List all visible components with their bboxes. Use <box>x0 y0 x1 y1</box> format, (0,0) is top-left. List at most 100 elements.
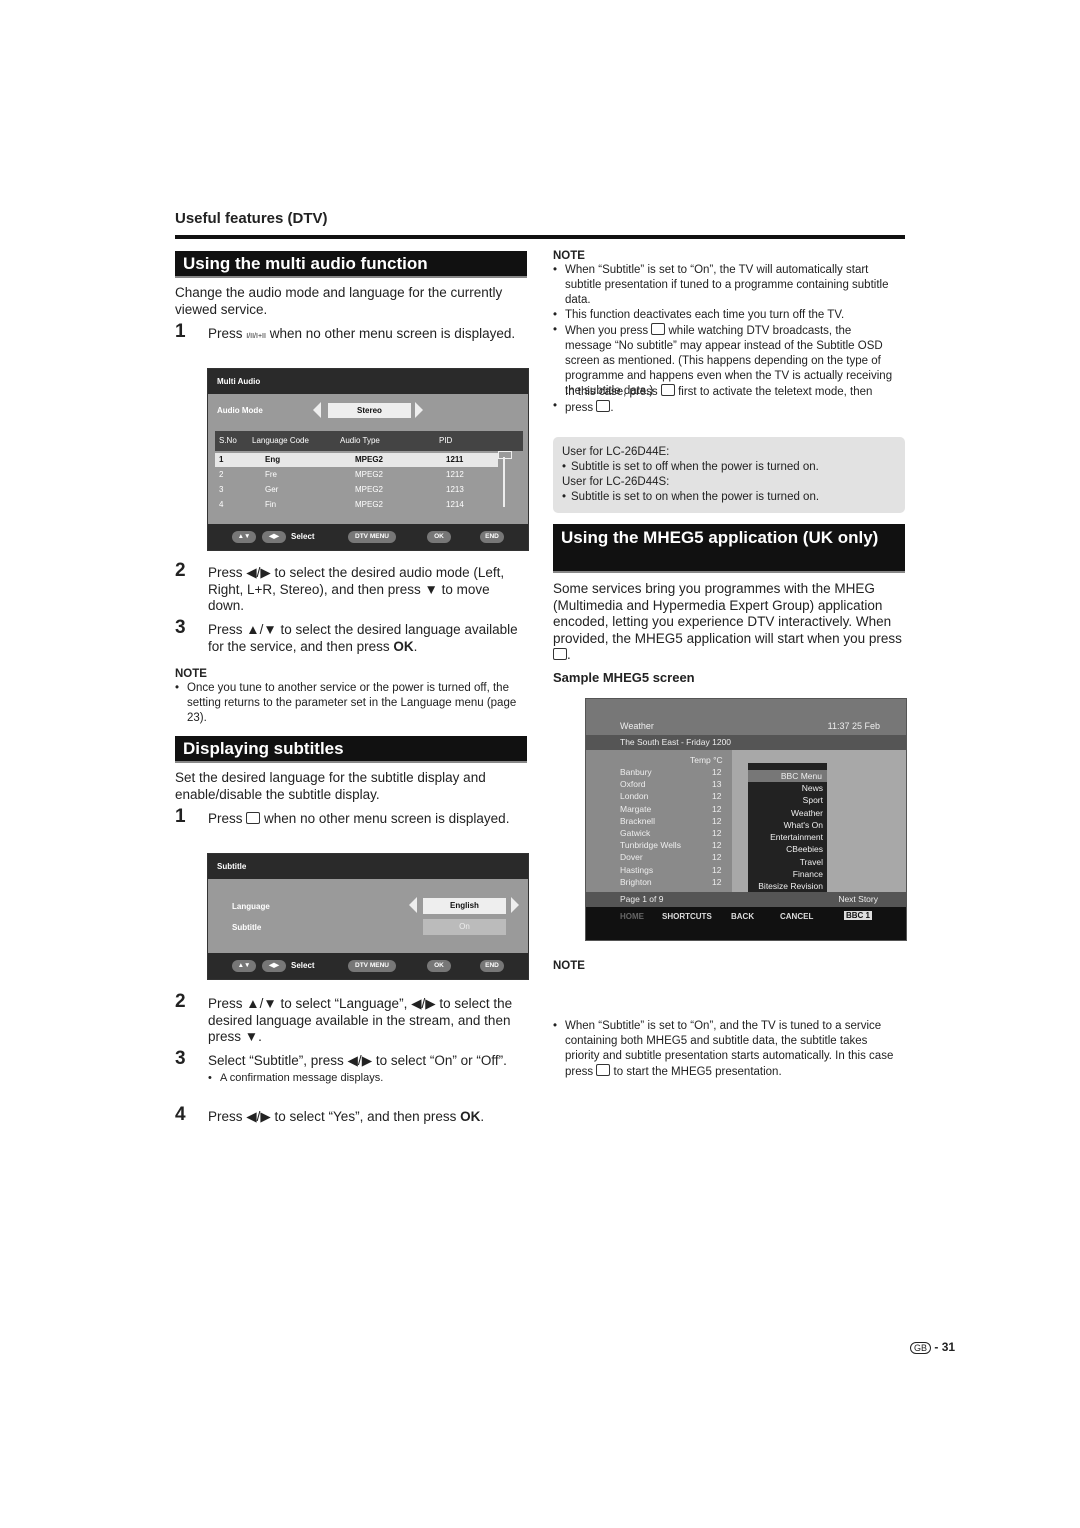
scrollbar[interactable] <box>503 457 505 507</box>
multi-audio-heading: Using the multi audio function <box>175 251 527 278</box>
menu-item[interactable]: News <box>748 782 827 794</box>
dtv-menu-button[interactable]: DTV MENU <box>348 531 396 543</box>
language-label: Language <box>232 902 270 911</box>
city-name: Tunbridge Wells <box>620 840 681 851</box>
table-header: S.No Language Code Audio Type PID <box>215 431 523 451</box>
audio-button-icon: I/II/I+II <box>246 333 266 340</box>
city-name: Dover <box>620 852 643 863</box>
menu-item[interactable]: Travel <box>748 856 827 868</box>
osd-title: Subtitle <box>208 854 528 879</box>
menu-item[interactable]: What's On <box>748 819 827 831</box>
bbc-menu: BBC Menu News Sport Weather What's On Entert… <box>748 763 827 908</box>
menu-item[interactable]: Entertainment <box>748 831 827 843</box>
audio-mode-value[interactable]: Stereo <box>328 403 411 418</box>
subtitles-step-4: 4 Press ◀/▶ to select “Yes”, and then pre… <box>175 1104 485 1125</box>
teletext-icon <box>553 648 567 660</box>
nav-home[interactable]: HOME <box>620 912 644 921</box>
note-item: Once you tune to another service or the … <box>175 681 527 726</box>
multi-audio-osd: Multi Audio Audio Mode Stereo S.No Langu… <box>207 368 529 551</box>
subtitle-osd: Subtitle Language English Subtitle On ▲▼… <box>207 853 529 980</box>
city-name: Oxford <box>620 779 646 790</box>
city-temp: 12 <box>712 767 722 777</box>
menu-item[interactable]: Weather <box>748 807 827 819</box>
left-arrow-icon[interactable] <box>409 897 417 913</box>
osd-title: Multi Audio <box>208 369 528 394</box>
left-right-icon: ◀▶ <box>262 960 286 972</box>
dtv-menu-button[interactable]: DTV MENU <box>348 960 396 972</box>
city-temp: 12 <box>712 864 722 875</box>
city-name: Banbury <box>620 767 652 777</box>
section-header: Useful features (DTV) <box>175 210 328 227</box>
right-arrow-icon[interactable] <box>511 897 519 913</box>
note-heading: NOTE <box>175 668 207 680</box>
ok-button[interactable]: OK <box>427 960 451 972</box>
note-heading: NOTE <box>553 250 585 262</box>
bbc-logo: BBC 1 <box>844 911 873 920</box>
menu-item[interactable]: Sport <box>748 794 827 806</box>
multi-audio-step-2: 2 Press ◀/▶ to select the desired audio m… <box>175 560 505 613</box>
up-down-icon: ▲▼ <box>232 531 256 543</box>
manual-page: Useful features (DTV) Using the multi au… <box>0 0 1080 1528</box>
city-name: Brighton <box>620 876 652 887</box>
city-temp: 12 <box>712 852 722 863</box>
subtitle-label: Subtitle <box>232 923 262 932</box>
model-info-box: User for LC-26D44E: Subtitle is set to o… <box>553 437 905 513</box>
subtitle-button-icon <box>246 812 261 824</box>
multi-audio-step-3: 3 Press ▲/▼ to select the desired languag… <box>175 617 518 654</box>
multi-audio-step-1: 1 Press I/II/I+II when no other menu scre… <box>175 321 516 342</box>
left-arrow-icon[interactable] <box>313 402 321 418</box>
city-temp: 12 <box>712 840 722 851</box>
city-temp: 12 <box>712 791 722 802</box>
mheg-intro: Some services bring you programmes with … <box>553 581 902 662</box>
page-number: GB - 31 <box>910 1340 955 1354</box>
osd-footer: ▲▼ ◀▶ Select DTV MENU OK END <box>208 524 528 550</box>
header-rule <box>175 235 905 239</box>
mheg-heading: Using the MHEG5 application (UK only) <box>553 524 905 573</box>
city-name: Bracknell <box>620 815 655 826</box>
end-button[interactable]: END <box>480 531 504 543</box>
city-temp: 12 <box>712 828 722 838</box>
end-button[interactable]: END <box>480 960 504 972</box>
subtitles-heading: Displaying subtitles <box>175 736 527 763</box>
left-right-icon: ◀▶ <box>262 531 286 543</box>
subtitles-step-1: 1 Press when no other menu screen is disp… <box>175 806 510 827</box>
language-value[interactable]: English <box>423 898 506 914</box>
menu-item[interactable]: Bitesize Revision <box>748 880 827 892</box>
sample-heading: Sample MHEG5 screen <box>553 670 695 685</box>
gb-badge: GB <box>910 1342 932 1354</box>
nav-back[interactable]: BACK <box>731 912 754 921</box>
subtitles-step-2: 2 Press ▲/▼ to select “Language”, ◀/▶ to … <box>175 991 513 1044</box>
note-item: When “Subtitle” is set to “On”, and the … <box>553 1019 905 1080</box>
table-row[interactable]: 3 Ger MPEG2 1213 <box>215 483 498 497</box>
city-name: Hastings <box>620 864 654 875</box>
city-temp: 12 <box>712 815 722 826</box>
up-down-icon: ▲▼ <box>232 960 256 972</box>
table-row[interactable]: 1 Eng MPEG2 1211 <box>215 453 498 467</box>
note-list: When “Subtitle” is set to “On”, the TV w… <box>553 263 898 416</box>
teletext-icon <box>596 1064 611 1076</box>
note-heading: NOTE <box>553 960 585 972</box>
nav-cancel[interactable]: CANCEL <box>780 912 813 921</box>
city-temp: 12 <box>712 876 722 887</box>
ok-button[interactable]: OK <box>427 531 451 543</box>
subtitle-button-icon <box>596 400 611 412</box>
subtitles-step-3: 3 Select “Subtitle”, press ◀/▶ to select … <box>175 1049 528 1085</box>
city-name: London <box>620 791 649 802</box>
menu-item[interactable]: CBeebies <box>748 843 827 855</box>
scrollbar-thumb[interactable] <box>498 451 512 459</box>
mheg-sample-screen: Weather 11:37 25 Feb The South East - Fr… <box>585 698 907 941</box>
table-row[interactable]: 2 Fre MPEG2 1212 <box>215 468 498 482</box>
subtitle-button-icon <box>651 323 666 335</box>
multi-audio-intro: Change the audio mode and language for t… <box>175 285 503 317</box>
city-name: Gatwick <box>620 828 651 838</box>
audio-mode-label: Audio Mode <box>217 406 263 415</box>
mheg-nav-bar: HOME SHORTCUTS BACK CANCEL BBC 1 <box>586 907 906 940</box>
menu-item[interactable]: Finance <box>748 868 827 880</box>
city-temp: 13 <box>712 779 722 790</box>
table-row[interactable]: 4 Fin MPEG2 1214 <box>215 498 498 512</box>
nav-shortcuts[interactable]: SHORTCUTS <box>662 912 712 921</box>
subtitle-value[interactable]: On <box>423 919 506 935</box>
city-temp: 12 <box>712 803 722 814</box>
city-name: Margate <box>620 803 652 814</box>
osd-footer: ▲▼ ◀▶ Select DTV MENU OK END <box>208 953 528 979</box>
